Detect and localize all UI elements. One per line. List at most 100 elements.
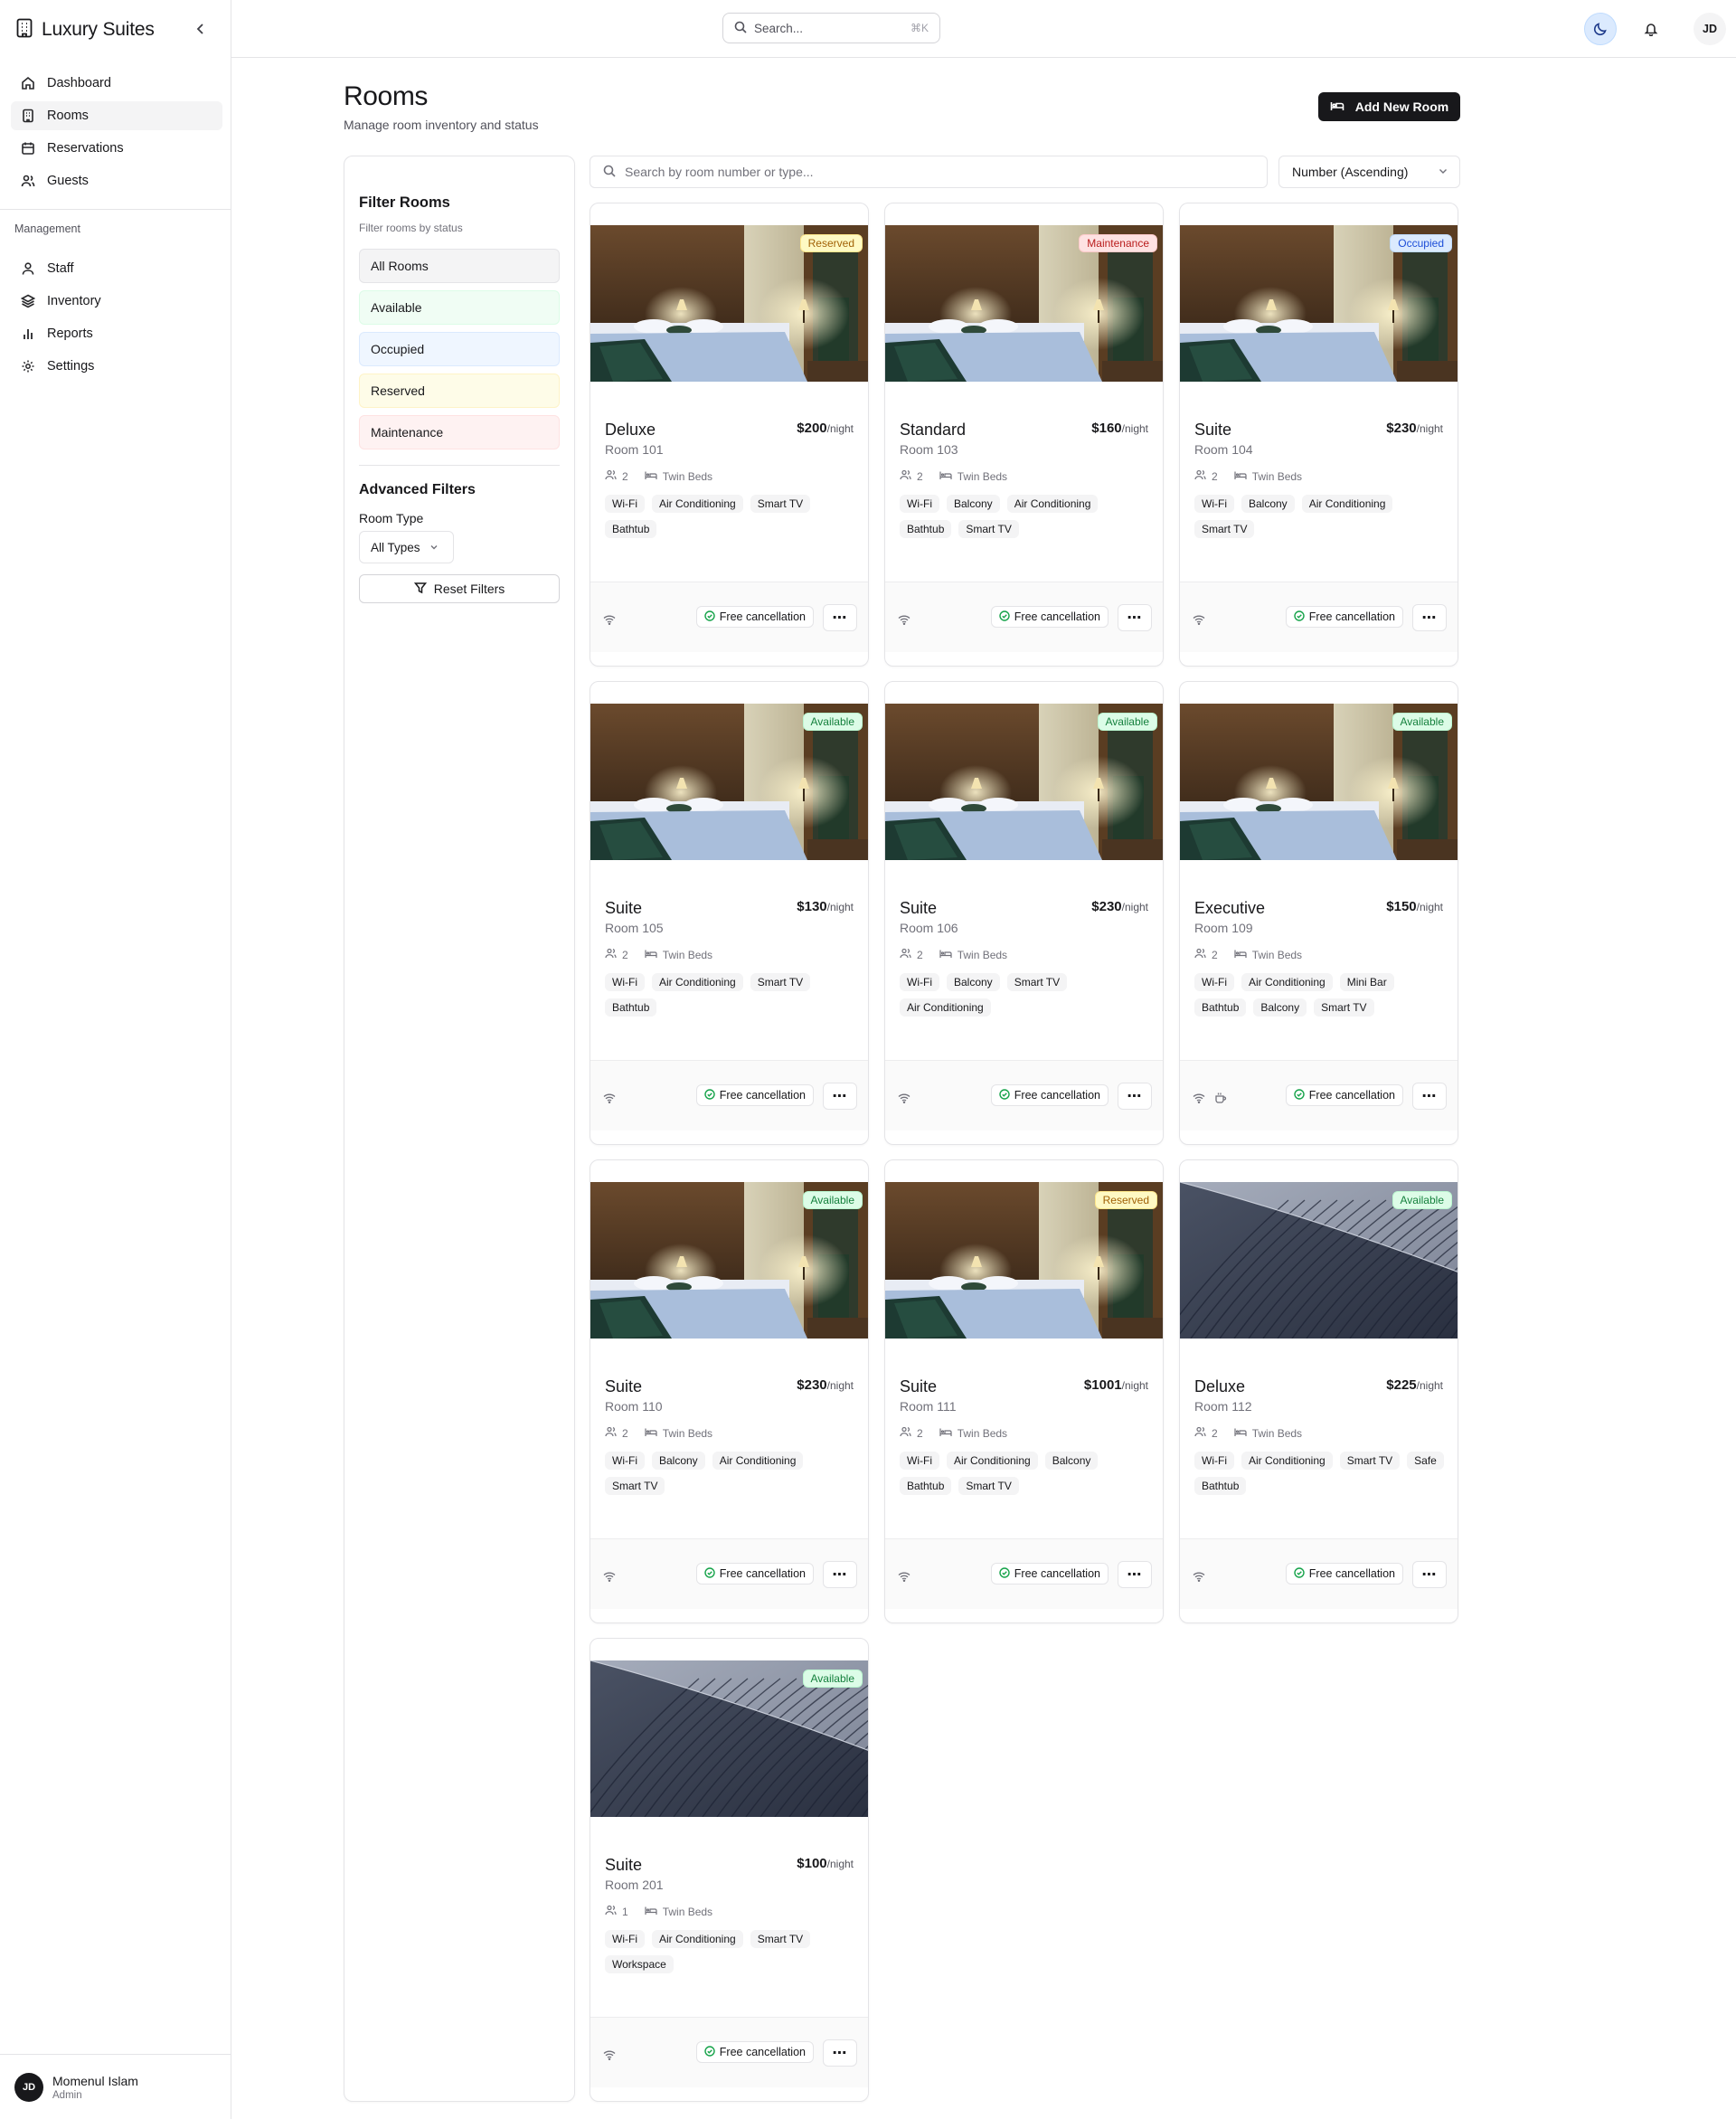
room-card[interactable]: Reserved Deluxe $200/night Room 101 2 Twin Be… (590, 203, 869, 667)
brand[interactable]: Luxury Suites (16, 16, 155, 43)
filter-option-available[interactable]: Available (359, 290, 560, 325)
room-card[interactable]: Maintenance Standard $160/night Room 103 2 Tw… (884, 203, 1164, 667)
amenity-tag: Smart TV (750, 973, 811, 991)
users-icon (1194, 1426, 1206, 1440)
hotel-icon (16, 18, 33, 43)
filter-option-occupied[interactable]: Occupied (359, 332, 560, 366)
guest-count: 2 (1212, 948, 1218, 961)
more-options-button[interactable]: ⋯ (1412, 1561, 1447, 1588)
free-cancellation-badge: Free cancellation (990, 1563, 1109, 1585)
check-circle-icon (704, 2045, 715, 2059)
bed-type: Twin Beds (957, 469, 1008, 483)
room-type: Standard (900, 421, 967, 439)
sort-select[interactable]: Number (Ascending) (1278, 156, 1460, 188)
check-circle-icon (999, 1566, 1010, 1581)
sidebar-item-reports[interactable]: Reports (11, 319, 222, 348)
theme-toggle-button[interactable] (1584, 13, 1617, 45)
user-avatar-button[interactable]: JD (1694, 13, 1726, 45)
free-cancellation-badge: Free cancellation (990, 606, 1109, 628)
more-options-button[interactable]: ⋯ (823, 1083, 857, 1110)
cancellation-label: Free cancellation (719, 610, 806, 623)
footer-icons (603, 613, 616, 629)
room-card[interactable]: Occupied Suite $230/night Room 104 2 Twin Bed… (1179, 203, 1458, 667)
amenity-list: Wi-Fi Balcony Air Conditioning Bathtub Smart… (900, 495, 1153, 538)
amenity-tag: Bathtub (605, 998, 657, 1017)
sidebar-item-dashboard[interactable]: Dashboard (11, 69, 222, 98)
filter-option-maintenance[interactable]: Maintenance (359, 415, 560, 449)
amenity-tag: Balcony (651, 1452, 705, 1470)
more-options-button[interactable]: ⋯ (1118, 1083, 1152, 1110)
amenity-tag: Workspace (605, 1955, 674, 1973)
more-horizontal-icon: ⋯ (1127, 610, 1143, 626)
room-type-select[interactable]: All Types (359, 531, 454, 563)
more-options-button[interactable]: ⋯ (823, 1561, 857, 1588)
card-footer: Free cancellation ⋯ (590, 1538, 868, 1609)
room-card[interactable]: Available Executive $150/night Room 109 2 Twi… (1179, 681, 1458, 1145)
filter-option-all-rooms[interactable]: All Rooms (359, 249, 560, 283)
footer-icons (898, 1092, 910, 1108)
room-search-input[interactable]: Search by room number or type... (590, 156, 1268, 188)
room-meta: 2 Twin Beds (900, 469, 1007, 483)
add-new-room-button[interactable]: Add New Room (1318, 92, 1460, 121)
bed-icon (645, 1427, 657, 1440)
notifications-button[interactable] (1635, 13, 1667, 45)
price-unit: /night (1121, 1379, 1148, 1392)
room-meta: 2 Twin Beds (605, 469, 712, 483)
amenity-tag: Smart TV (1194, 520, 1255, 538)
wifi-icon (603, 1570, 616, 1586)
user-role: Admin (52, 2089, 82, 2101)
check-circle-icon (1294, 610, 1305, 624)
more-options-button[interactable]: ⋯ (823, 604, 857, 631)
user-profile[interactable]: JD Momenul Islam Admin (0, 2054, 231, 2119)
cancellation-label: Free cancellation (719, 2046, 806, 2058)
guest-count: 2 (622, 948, 628, 961)
status-badge: Available (802, 1670, 863, 1688)
sidebar-item-staff[interactable]: Staff (11, 254, 222, 283)
room-meta: 1 Twin Beds (605, 1905, 712, 1918)
footer-icons (603, 1092, 616, 1108)
footer-icons (898, 1570, 910, 1586)
more-options-button[interactable]: ⋯ (1412, 1083, 1447, 1110)
more-options-button[interactable]: ⋯ (823, 2039, 857, 2067)
price-value: $230 (1386, 421, 1417, 436)
price-value: $100 (797, 1856, 827, 1871)
search-placeholder: Search... (754, 21, 804, 35)
amenity-tag: Wi-Fi (1194, 1452, 1234, 1470)
card-footer: Free cancellation ⋯ (590, 582, 868, 652)
sidebar-item-reservations[interactable]: Reservations (11, 134, 222, 163)
more-options-button[interactable]: ⋯ (1412, 604, 1447, 631)
users-icon (1194, 469, 1206, 483)
avatar: JD (14, 2072, 43, 2102)
cancellation-label: Free cancellation (1308, 1567, 1395, 1580)
sidebar-item-rooms[interactable]: Rooms (11, 101, 222, 130)
amenity-tag: Bathtub (1194, 998, 1247, 1017)
more-horizontal-icon: ⋯ (1421, 1089, 1438, 1104)
amenity-tag: Balcony (1241, 495, 1295, 513)
page-subtitle: Manage room inventory and status (344, 118, 539, 132)
amenity-tag: Bathtub (900, 520, 952, 538)
room-card[interactable]: Available Deluxe $225/night Room 112 2 Twin B… (1179, 1159, 1458, 1623)
bed-icon (939, 1427, 952, 1440)
wifi-icon (1193, 1092, 1205, 1109)
room-card[interactable]: Reserved Suite $1001/night Room 111 2 Twin Be… (884, 1159, 1164, 1623)
wifi-icon (603, 1092, 616, 1108)
users-icon (900, 469, 911, 483)
amenity-list: Wi-Fi Balcony Smart TV Air Conditioning (900, 973, 1153, 1017)
room-type: Suite (900, 899, 938, 917)
sidebar-item-guests[interactable]: Guests (11, 166, 222, 195)
room-card[interactable]: Available Suite $100/night Room 201 1 Twin Be… (590, 1638, 869, 2102)
price-unit: /night (1416, 1379, 1443, 1392)
room-card[interactable]: Available Suite $230/night Room 110 2 Twin Be… (590, 1159, 869, 1623)
global-search-input[interactable]: Search... ⌘K (722, 13, 940, 43)
sidebar-item-settings[interactable]: Settings (11, 352, 222, 381)
more-options-button[interactable]: ⋯ (1118, 1561, 1152, 1588)
more-options-button[interactable]: ⋯ (1118, 604, 1152, 631)
room-card[interactable]: Available Suite $230/night Room 106 2 Twin Be… (884, 681, 1164, 1145)
room-type: Suite (605, 1377, 643, 1395)
room-card[interactable]: Available Suite $130/night Room 105 2 Twin Be… (590, 681, 869, 1145)
filter-divider (359, 465, 560, 466)
collapse-sidebar-button[interactable] (190, 18, 212, 40)
reset-filters-button[interactable]: Reset Filters (359, 574, 560, 603)
filter-option-reserved[interactable]: Reserved (359, 374, 560, 408)
sidebar-item-inventory[interactable]: Inventory (11, 287, 222, 316)
